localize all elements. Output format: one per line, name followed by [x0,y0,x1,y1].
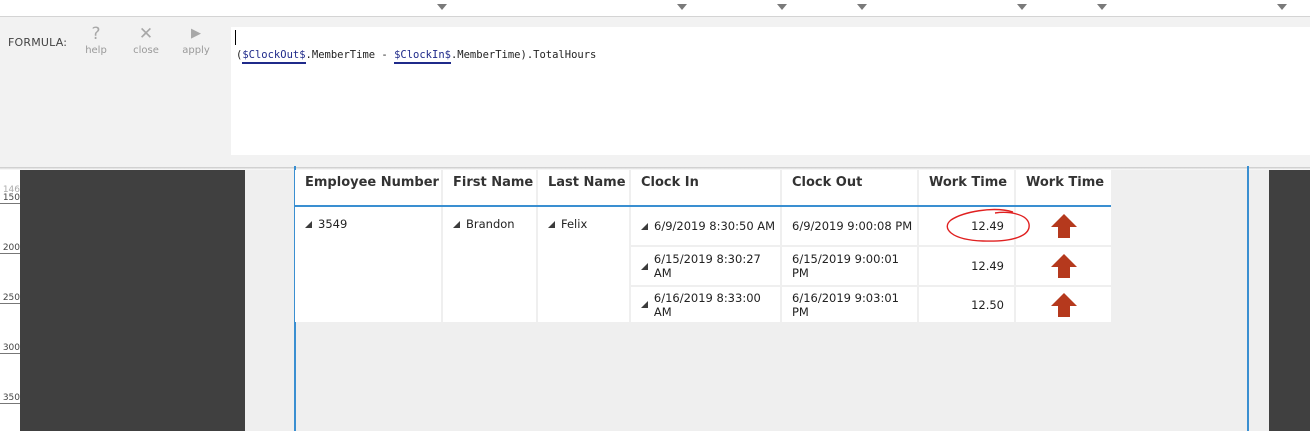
dropdown-arrow-icon[interactable] [1277,4,1287,10]
report-canvas: 146 150 200 250 300 350 Employee Number … [0,166,1310,431]
close-icon: ✕ [138,24,154,44]
ruler-mark: 150 [0,193,20,204]
cell-clock-in[interactable]: 6/16/2019 8:33:00 AM [631,287,780,322]
arrow-up-icon [1050,214,1077,238]
header-employee-number[interactable]: Employee Number [295,170,441,206]
cell-indicator[interactable] [1016,247,1111,285]
employee-number-value: 3549 [318,217,348,231]
cell-last-name[interactable]: Felix [538,207,629,322]
header-work-time[interactable]: Work Time [919,170,1014,206]
apply-button-label: apply [182,45,210,56]
text-caret [235,30,236,45]
dropdown-arrow-icon[interactable] [437,4,447,10]
expand-triangle-icon[interactable] [641,222,648,230]
question-icon: ? [91,24,101,44]
expand-triangle-icon[interactable] [548,221,555,228]
ruler-mark: 300 [0,343,20,354]
clock-out-value: 6/16/2019 9:03:01 PM [792,290,899,319]
cell-clock-out[interactable]: 6/9/2019 9:00:08 PM [782,207,917,245]
ruler-mark: 250 [0,293,20,304]
clock-out-value: 6/9/2019 9:00:08 PM [792,219,913,233]
help-button[interactable]: ? help [76,25,116,56]
play-icon: ▶ [191,26,201,41]
clock-in-value: 6/15/2019 8:30:27 AM [653,252,761,280]
annotation-circle [946,208,1030,242]
header-first-name[interactable]: First Name [443,170,536,206]
formula-token-clockout[interactable]: $ClockOut$ [242,49,306,64]
cell-first-name[interactable]: Brandon [443,207,536,322]
formula-segment: .MemberTime - [305,49,395,61]
cell-indicator[interactable] [1016,287,1111,322]
cell-clock-out[interactable]: 6/15/2019 9:00:01 PM [782,247,917,285]
report-page: Employee Number First Name Last Name Clo… [245,166,1269,431]
cell-clock-out[interactable]: 6/16/2019 9:03:01 PM [782,287,917,322]
dropdown-arrow-icon[interactable] [677,4,687,10]
cell-employee-number[interactable]: 3549 [295,207,441,322]
formula-token-clockin[interactable]: $ClockIn$ [394,49,451,64]
column-header-strip [0,0,1310,17]
header-clock-out[interactable]: Clock Out [782,170,917,206]
expand-triangle-icon[interactable] [453,221,460,228]
apply-button[interactable]: ▶ apply [176,25,216,56]
last-name-value: Felix [561,217,588,231]
dropdown-arrow-icon[interactable] [857,4,867,10]
clock-in-value: 6/16/2019 8:33:00 AM [653,290,761,319]
ruler-mark: 200 [0,243,20,254]
close-button[interactable]: ✕ close [126,25,166,56]
expand-triangle-icon[interactable] [640,301,648,308]
formula-text: ($ClockOut$.MemberTime - $ClockIn$.Membe… [236,49,597,64]
ruler-mark: 350 [0,393,20,404]
close-button-label: close [133,45,159,56]
cell-work-time[interactable]: 12.49 [919,247,1014,285]
first-name-value: Brandon [466,217,515,231]
vertical-ruler: 146 150 200 250 300 350 [0,170,20,431]
cell-clock-in[interactable]: 6/15/2019 8:30:27 AM [631,247,780,285]
work-time-value: 12.50 [971,297,1004,312]
header-last-name[interactable]: Last Name [538,170,629,206]
formula-label: FORMULA: [8,36,68,49]
arrow-up-icon [1050,254,1077,278]
expand-triangle-icon[interactable] [640,262,648,270]
clock-in-value: 6/9/2019 8:30:50 AM [654,219,776,233]
help-button-label: help [85,45,107,56]
cell-clock-in[interactable]: 6/9/2019 8:30:50 AM [631,207,780,245]
formula-segment-end: .MemberTime).TotalHours [450,49,597,61]
dropdown-arrow-icon[interactable] [1097,4,1107,10]
clock-out-value: 6/15/2019 9:00:01 PM [792,252,899,280]
formula-bar: FORMULA: ? help ✕ close ▶ apply ($ClockO… [0,17,1310,167]
formula-editor[interactable]: ($ClockOut$.MemberTime - $ClockIn$.Membe… [231,27,1310,155]
work-time-value: 12.49 [971,259,1004,273]
header-work-time-indicator[interactable]: Work Time [1016,170,1111,206]
arrow-up-icon [1050,292,1077,317]
dropdown-arrow-icon[interactable] [777,4,787,10]
cell-work-time[interactable]: 12.50 [919,287,1014,322]
header-clock-in[interactable]: Clock In [631,170,780,206]
dropdown-arrow-icon[interactable] [1017,4,1027,10]
expand-triangle-icon[interactable] [305,221,312,228]
